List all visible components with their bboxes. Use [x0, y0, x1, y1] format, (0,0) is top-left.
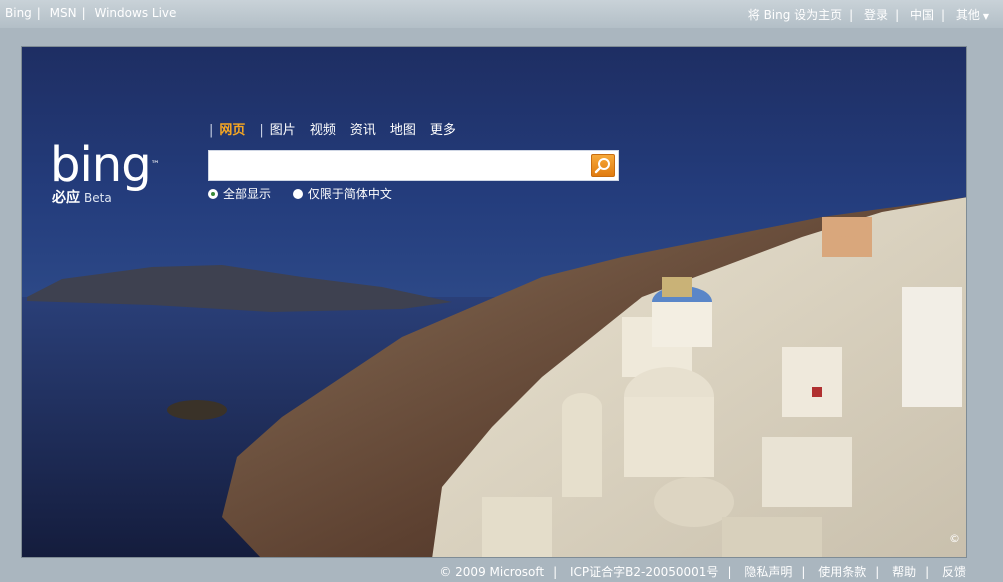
language-scope: 全部显示 仅限于简体中文: [208, 185, 410, 202]
trademark-mark: ™: [150, 160, 160, 170]
tab-more[interactable]: 更多: [430, 123, 456, 138]
copyright-text: © 2009 Microsoft: [439, 565, 545, 579]
logo-tagline: 必应 Beta: [52, 187, 112, 207]
tab-news[interactable]: 资讯: [350, 123, 376, 138]
search-input[interactable]: [212, 154, 588, 177]
separator: |: [895, 8, 900, 22]
radio-selected-icon: [208, 189, 218, 199]
bing-logo[interactable]: bing™ 必应 Beta: [50, 141, 160, 206]
separator: |: [553, 565, 558, 579]
tab-videos[interactable]: 视频: [310, 123, 336, 138]
separator: |: [259, 123, 264, 138]
privacy-link[interactable]: 隐私声明: [744, 565, 792, 579]
separator: |: [81, 6, 86, 20]
msn-link[interactable]: MSN: [50, 6, 77, 20]
separator: |: [849, 8, 854, 22]
scope-all-option[interactable]: 全部显示: [208, 187, 271, 201]
separator: |: [925, 565, 930, 579]
top-left-links: Bing | MSN | Windows Live: [5, 6, 176, 20]
tab-maps[interactable]: 地图: [390, 123, 416, 138]
radio-icon: [292, 189, 303, 199]
separator: |: [727, 565, 732, 579]
santorini-photo: [22, 197, 966, 557]
image-info-icon[interactable]: ©: [949, 532, 960, 545]
scope-chinese-option[interactable]: 仅限于简体中文: [292, 187, 392, 201]
search-button[interactable]: [591, 154, 615, 177]
separator: |: [36, 6, 41, 20]
beta-label: Beta: [84, 191, 112, 205]
tab-images[interactable]: 图片: [270, 123, 296, 138]
separator: |: [801, 565, 806, 579]
search-vertical-tabs: | 网页 | 图片 视频 资讯 地图 更多: [209, 119, 470, 138]
windows-live-link[interactable]: Windows Live: [95, 6, 177, 20]
separator: |: [209, 123, 214, 138]
top-right-links: 将 Bing 设为主页 | 登录 | 中国 | 其他 ▼: [748, 6, 989, 23]
tab-web[interactable]: 网页: [219, 123, 245, 138]
chevron-down-icon: ▼: [982, 12, 989, 21]
feedback-link[interactable]: 反馈: [942, 565, 966, 579]
bing-link[interactable]: Bing: [5, 6, 32, 20]
icp-link[interactable]: ICP证合字B2-20050001号: [570, 565, 718, 579]
more-menu[interactable]: 其他 ▼: [956, 8, 989, 22]
footer: © 2009 Microsoft | ICP证合字B2-20050001号 | 隐私…: [439, 563, 966, 580]
search-box: [208, 150, 619, 181]
help-link[interactable]: 帮助: [892, 565, 916, 579]
separator: |: [940, 8, 945, 22]
set-homepage-link[interactable]: 将 Bing 设为主页: [748, 8, 842, 22]
logo-wordmark: bing™: [50, 141, 160, 189]
hero-image: bing™ 必应 Beta | 网页 | 图片 视频 资讯 地图 更多 全部显示 仅限于简体中文…: [21, 46, 967, 558]
login-link[interactable]: 登录: [864, 8, 888, 22]
region-link[interactable]: 中国: [910, 8, 934, 22]
search-icon: [594, 158, 610, 174]
top-bar: Bing | MSN | Windows Live 将 Bing 设为主页 | 登录 |…: [0, 0, 1003, 28]
scope-all-label: 全部显示: [223, 187, 272, 201]
logo-text: bing: [50, 137, 152, 193]
more-label: 其他: [955, 8, 980, 22]
logo-chinese-name: 必应: [52, 190, 80, 206]
separator: |: [875, 565, 880, 579]
scope-chinese-label: 仅限于简体中文: [307, 187, 392, 201]
terms-link[interactable]: 使用条款: [818, 565, 866, 579]
